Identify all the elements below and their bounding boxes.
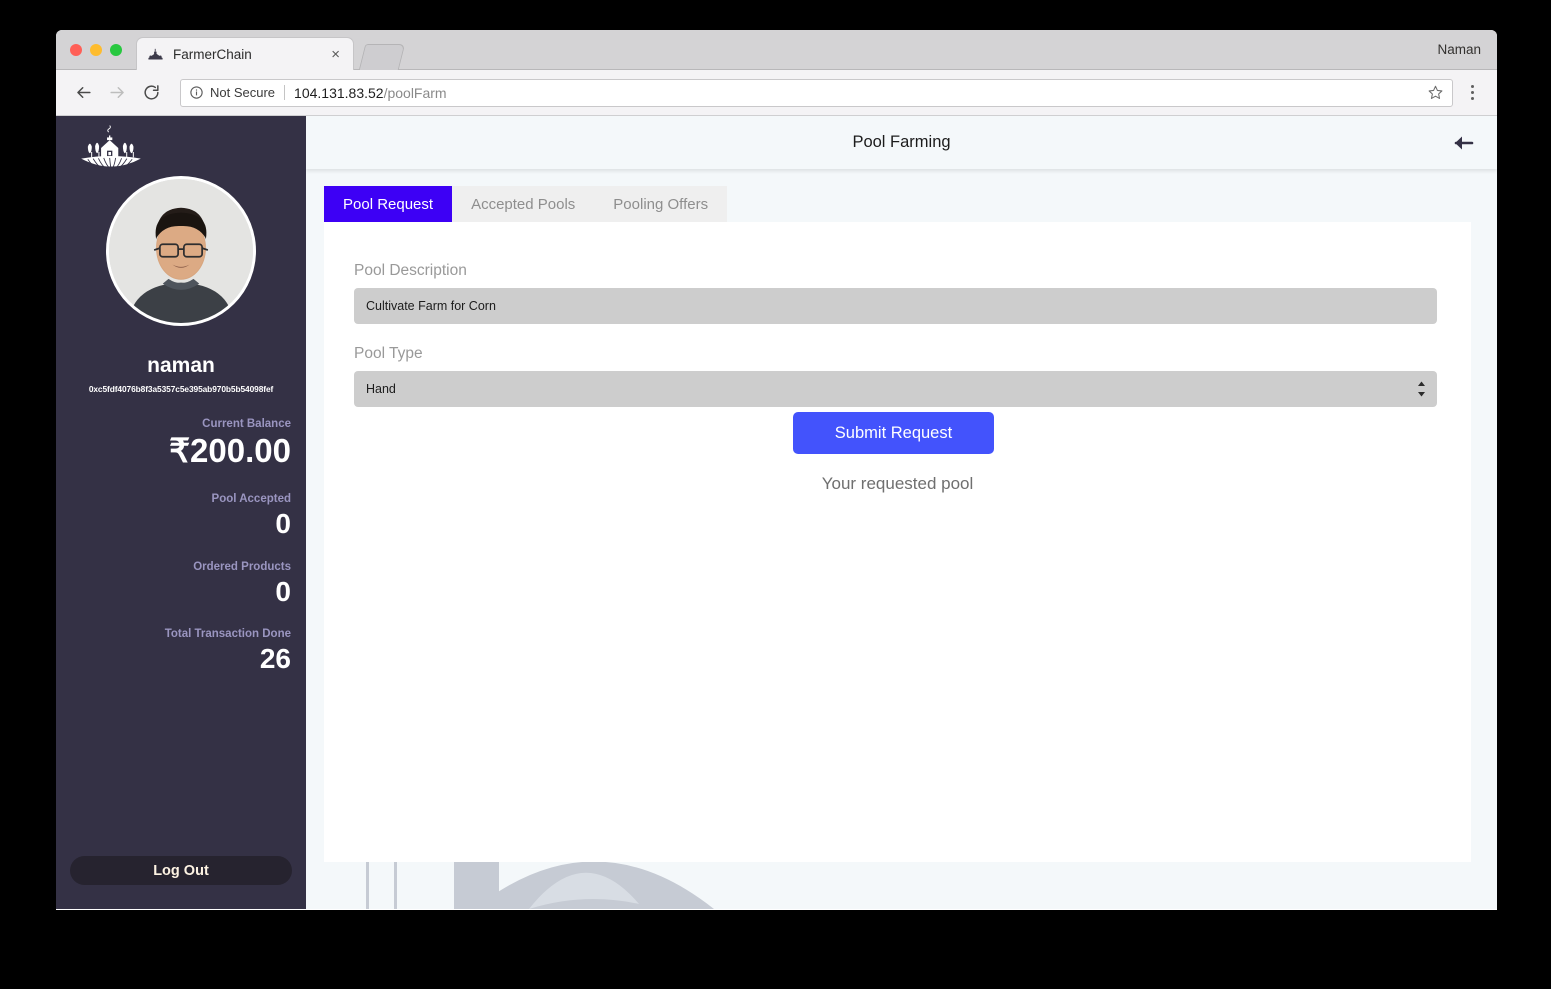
browser-toolbar: Not Secure 104.131.83.52 /poolFarm	[56, 70, 1497, 116]
url-host: 104.131.83.52	[294, 84, 384, 101]
security-status-label: Not Secure	[210, 85, 276, 100]
stat-label: Pool Accepted	[211, 493, 291, 505]
reload-icon	[143, 85, 159, 100]
farm-logo	[81, 125, 141, 169]
new-tab-button[interactable]	[358, 44, 406, 70]
stat-label: Total Transaction Done	[164, 628, 291, 640]
menu-dot	[1470, 97, 1474, 100]
browser-tab[interactable]: FarmerChain ×	[136, 37, 354, 70]
farmerchain-favicon	[148, 48, 163, 59]
reload-button[interactable]	[136, 78, 166, 108]
stat-pool-accepted: Pool Accepted 0	[56, 493, 306, 538]
requested-pool-text: Your requested pool	[821, 474, 974, 493]
browser-tab-title: FarmerChain	[173, 46, 252, 62]
stat-label: Current Balance	[202, 418, 291, 430]
tab-pooling-offers[interactable]: Pooling Offers	[594, 186, 728, 222]
info-circle-icon	[190, 86, 203, 99]
tab-accepted-pools[interactable]: Accepted Pools	[452, 186, 595, 222]
submit-request-button[interactable]: Submit Request	[793, 412, 994, 454]
page-header: Pool Farming	[306, 116, 1497, 169]
window-traffic-lights	[70, 44, 122, 56]
stat-value: 0	[275, 575, 291, 607]
maximize-window-button[interactable]	[110, 44, 122, 56]
sidebar-user-name: naman	[147, 354, 215, 377]
stat-value: 0	[275, 507, 291, 539]
tab-pool-request[interactable]: Pool Request	[324, 186, 453, 222]
menu-dot	[1470, 85, 1474, 88]
forward-button	[102, 78, 132, 108]
address-bar[interactable]: Not Secure 104.131.83.52 /poolFarm	[180, 78, 1453, 107]
star-icon[interactable]	[1427, 84, 1444, 101]
pool-request-card: Pool Description Pool Type Hand Submit R…	[324, 222, 1471, 862]
stat-value: 26	[259, 642, 291, 674]
sidebar-wallet-address: 0xc5fdf4076b8f3a5357c5e395ab970b5b54098f…	[88, 384, 274, 394]
stat-ordered-products: Ordered Products 0	[56, 561, 306, 606]
back-arrow-icon	[76, 86, 91, 99]
minimize-window-button[interactable]	[90, 44, 102, 56]
forward-arrow-icon	[109, 86, 124, 99]
stat-label: Ordered Products	[193, 561, 291, 573]
close-window-button[interactable]	[70, 44, 82, 56]
three-dot-menu-icon[interactable]	[1459, 78, 1485, 108]
page-title: Pool Farming	[852, 133, 951, 151]
avatar-photo	[109, 179, 253, 323]
url-path: /poolFarm	[383, 84, 447, 101]
logout-button[interactable]: Log Out	[70, 856, 292, 885]
pool-type-label: Pool Type	[354, 345, 423, 362]
menu-dot	[1470, 91, 1474, 94]
pool-type-selected-value: Hand	[366, 382, 396, 396]
window-user-label: Naman	[1437, 42, 1481, 57]
pool-description-input[interactable]	[354, 288, 1437, 324]
main-content: Pool Farming Pool Request Accepted Pools…	[306, 116, 1497, 909]
url-divider	[284, 85, 286, 100]
browser-window: FarmerChain × Naman Not Secure 104.131.8…	[56, 30, 1497, 910]
pool-type-select[interactable]: Hand	[354, 371, 1437, 407]
stat-value: ₹200.00	[169, 431, 291, 469]
back-arrow-icon[interactable]	[1451, 131, 1475, 155]
back-button[interactable]	[68, 78, 98, 108]
pool-tabs: Pool Request Accepted Pools Pooling Offe…	[324, 186, 728, 222]
browser-tab-strip: FarmerChain × Naman	[56, 30, 1497, 70]
user-avatar	[106, 176, 256, 326]
pool-description-label: Pool Description	[354, 262, 467, 279]
stat-total-transaction-done: Total Transaction Done 26	[56, 628, 306, 673]
sidebar: naman 0xc5fdf4076b8f3a5357c5e395ab970b5b…	[56, 116, 306, 909]
stat-current-balance: Current Balance ₹200.00	[56, 418, 306, 468]
chevron-updown-icon	[1418, 381, 1425, 397]
page-viewport: naman 0xc5fdf4076b8f3a5357c5e395ab970b5b…	[56, 116, 1497, 909]
close-icon[interactable]: ×	[328, 45, 343, 64]
